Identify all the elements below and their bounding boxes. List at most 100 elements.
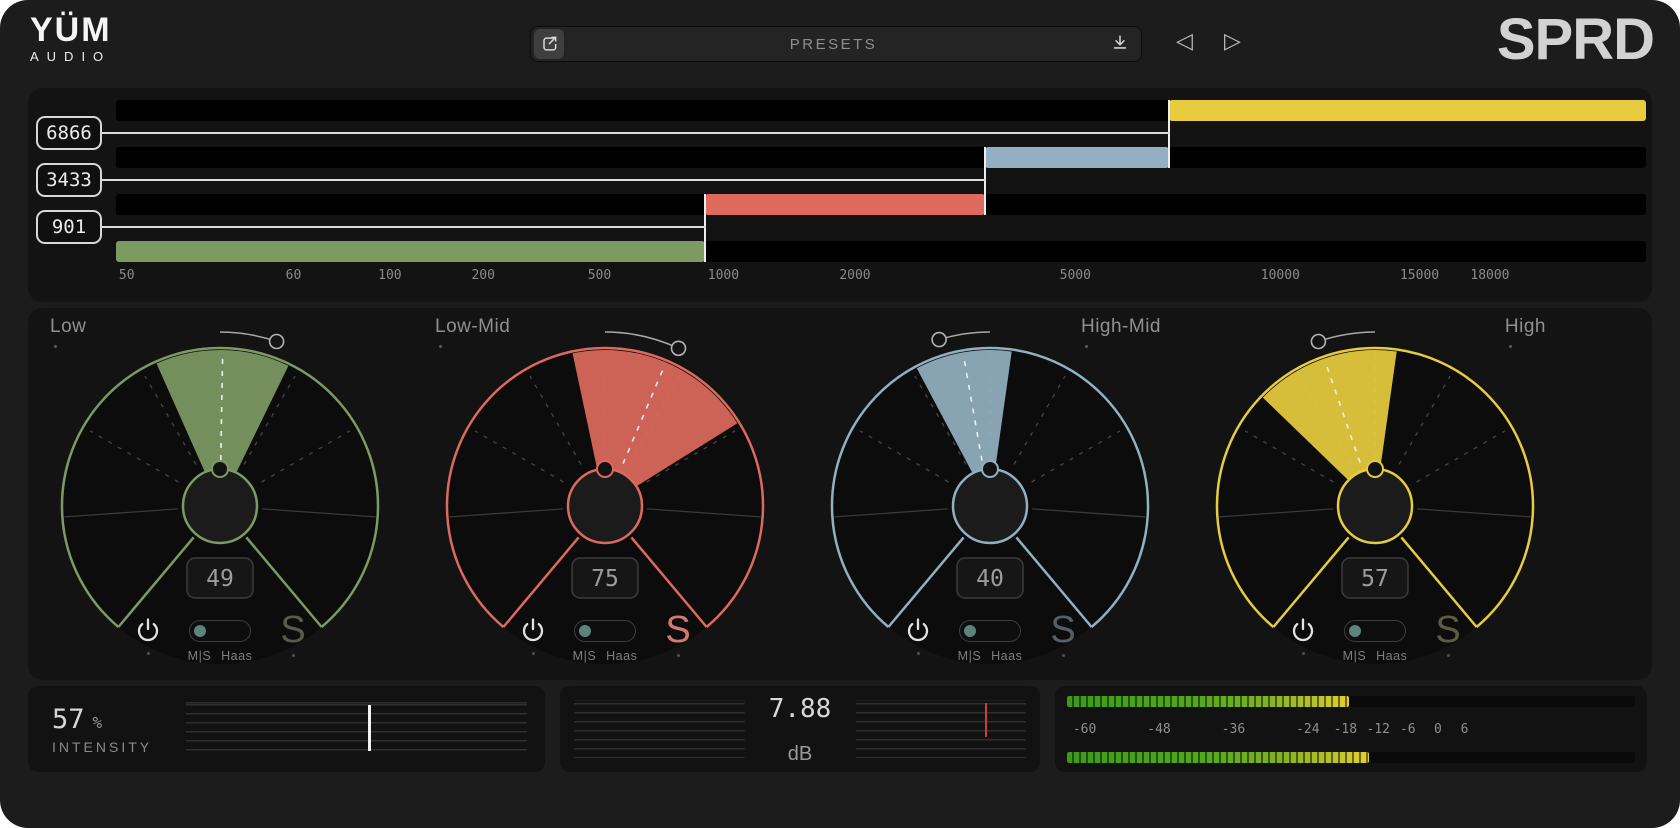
freq-band-segment-high[interactable]	[1169, 100, 1646, 121]
crossover-line-901[interactable]	[704, 194, 706, 262]
gain-readout: 7.88 dB	[745, 686, 856, 772]
intensity-slider-handle[interactable]	[368, 705, 371, 751]
rotation-handle[interactable]	[672, 341, 686, 355]
ms-haas-toggle[interactable]	[574, 620, 636, 642]
crossover-freq-value[interactable]: 3433	[36, 163, 102, 197]
gauge-knob[interactable]	[568, 469, 642, 543]
freq-band-segment-low[interactable]	[116, 241, 705, 262]
toggle-knob	[579, 625, 591, 637]
toggle-knob	[964, 625, 976, 637]
freq-band-segment-low-mid[interactable]	[705, 194, 985, 215]
crossover-freq-value[interactable]: 6866	[36, 116, 102, 150]
knob-notch	[212, 461, 228, 477]
crossover-freq-value[interactable]: 901	[36, 210, 102, 244]
knob-notch	[982, 461, 998, 477]
band-module-high-mid: High-Mid40M|SHaasS	[798, 308, 1183, 680]
toggle-knob	[194, 625, 206, 637]
meter-scale-tick: -48	[1147, 722, 1170, 737]
toggle-label-haas[interactable]: Haas	[1376, 649, 1407, 663]
ms-haas-toggle[interactable]	[189, 620, 251, 642]
gain-slider-handle[interactable]	[985, 703, 988, 737]
solo-button[interactable]: S	[1046, 609, 1080, 651]
solo-button[interactable]: S	[661, 609, 695, 651]
meter-fill-right	[1067, 752, 1369, 763]
freq-axis-tick: 60	[286, 268, 302, 283]
crossover-connector	[102, 132, 1169, 134]
rotation-arm	[1318, 332, 1375, 342]
toggle-label-haas[interactable]: Haas	[221, 649, 252, 663]
meter-scale-tick: -36	[1222, 722, 1245, 737]
band-gauges-panel: Low49M|SHaasSLow-Mid75M|SHaasSHigh-Mid40…	[28, 308, 1652, 680]
freq-axis-tick: 5000	[1060, 268, 1091, 283]
output-meter-left	[1067, 696, 1635, 707]
toggle-labels: M|S Haas	[563, 649, 647, 663]
power-state-dot	[532, 652, 535, 655]
intensity-readout: 57% INTENSITY	[52, 704, 170, 755]
band-controls: M|SHaasS	[1183, 614, 1568, 672]
meter-scale-tick: -24	[1296, 722, 1319, 737]
intensity-slider[interactable]	[186, 701, 527, 757]
crossover-line-6866[interactable]	[1168, 100, 1170, 168]
save-preset-button[interactable]	[1103, 29, 1137, 59]
band-value: 49	[206, 566, 234, 592]
freq-band-bar-low[interactable]	[116, 241, 1646, 262]
power-state-dot	[917, 652, 920, 655]
freq-axis-tick: 15000	[1400, 268, 1439, 283]
solo-button[interactable]: S	[1431, 609, 1465, 651]
ms-haas-toggle[interactable]	[1344, 620, 1406, 642]
intensity-value: 57	[52, 704, 85, 735]
freq-band-bar-high[interactable]	[116, 100, 1646, 121]
meter-scale: -60-48-36-24-18-12-606	[1067, 720, 1635, 740]
output-meter-right	[1067, 752, 1635, 763]
toggle-label-ms[interactable]: M|S	[1343, 649, 1367, 663]
toggle-label-ms[interactable]: M|S	[188, 649, 212, 663]
previous-preset-button[interactable]: ◁	[1176, 28, 1193, 54]
gain-section: 7.88 dB	[560, 686, 1040, 772]
rotation-handle[interactable]	[1311, 335, 1325, 349]
power-button[interactable]	[519, 616, 547, 644]
sprd-logo: SPRD	[1497, 6, 1654, 73]
gauge-knob[interactable]	[183, 469, 257, 543]
freq-band-bar-low-mid[interactable]	[116, 194, 1646, 215]
meter-fill-left	[1067, 696, 1349, 707]
freq-axis-tick: 500	[588, 268, 611, 283]
band-controls: M|SHaasS	[798, 614, 1183, 672]
ms-haas-toggle[interactable]	[959, 620, 1021, 642]
freq-band-bar-high-mid[interactable]	[116, 147, 1646, 168]
yum-audio-logo: YÜM AUDIO	[30, 12, 112, 64]
toggle-label-ms[interactable]: M|S	[573, 649, 597, 663]
preset-selector[interactable]: PRESETS	[530, 26, 1142, 62]
power-button[interactable]	[1289, 616, 1317, 644]
toggle-label-haas[interactable]: Haas	[606, 649, 637, 663]
solo-button[interactable]: S	[276, 609, 310, 651]
band-module-low: Low49M|SHaasS	[28, 308, 413, 680]
freq-axis-tick: 50	[119, 268, 135, 283]
meter-scale-tick: -12	[1367, 722, 1390, 737]
next-preset-button[interactable]: ▷	[1224, 28, 1241, 54]
gain-value: 7.88	[769, 694, 832, 724]
gain-unit-label: dB	[769, 743, 832, 766]
crossover-connector	[102, 226, 705, 228]
intensity-unit: %	[93, 713, 103, 732]
crossover-connector	[102, 179, 985, 181]
crossover-line-3433[interactable]	[984, 147, 986, 215]
toggle-label-haas[interactable]: Haas	[991, 649, 1022, 663]
power-button[interactable]	[904, 616, 932, 644]
solo-state-dot	[677, 654, 680, 657]
freq-axis-tick: 10000	[1261, 268, 1300, 283]
rotation-handle[interactable]	[270, 335, 284, 349]
gauge-knob[interactable]	[953, 469, 1027, 543]
footer-bar: 57% INTENSITY 7.88 dB -60-48-36-24-18-12…	[28, 686, 1652, 772]
toggle-label-ms[interactable]: M|S	[958, 649, 982, 663]
band-module-low-mid: Low-Mid75M|SHaasS	[413, 308, 798, 680]
power-button[interactable]	[134, 616, 162, 644]
spectrum-panel: 6866343390150601002005001000200050001000…	[28, 88, 1652, 302]
gauge-knob[interactable]	[1338, 469, 1412, 543]
freq-band-segment-high-mid[interactable]	[985, 147, 1169, 168]
toggle-knob	[1349, 625, 1361, 637]
band-value: 75	[591, 566, 619, 592]
freq-axis-tick: 18000	[1470, 268, 1509, 283]
rotation-handle[interactable]	[932, 333, 946, 347]
export-preset-button[interactable]	[534, 29, 564, 59]
plugin-window: YÜM AUDIO PRESETS ◁ ▷ SPRD 6866 3433 901 50…	[0, 0, 1680, 828]
